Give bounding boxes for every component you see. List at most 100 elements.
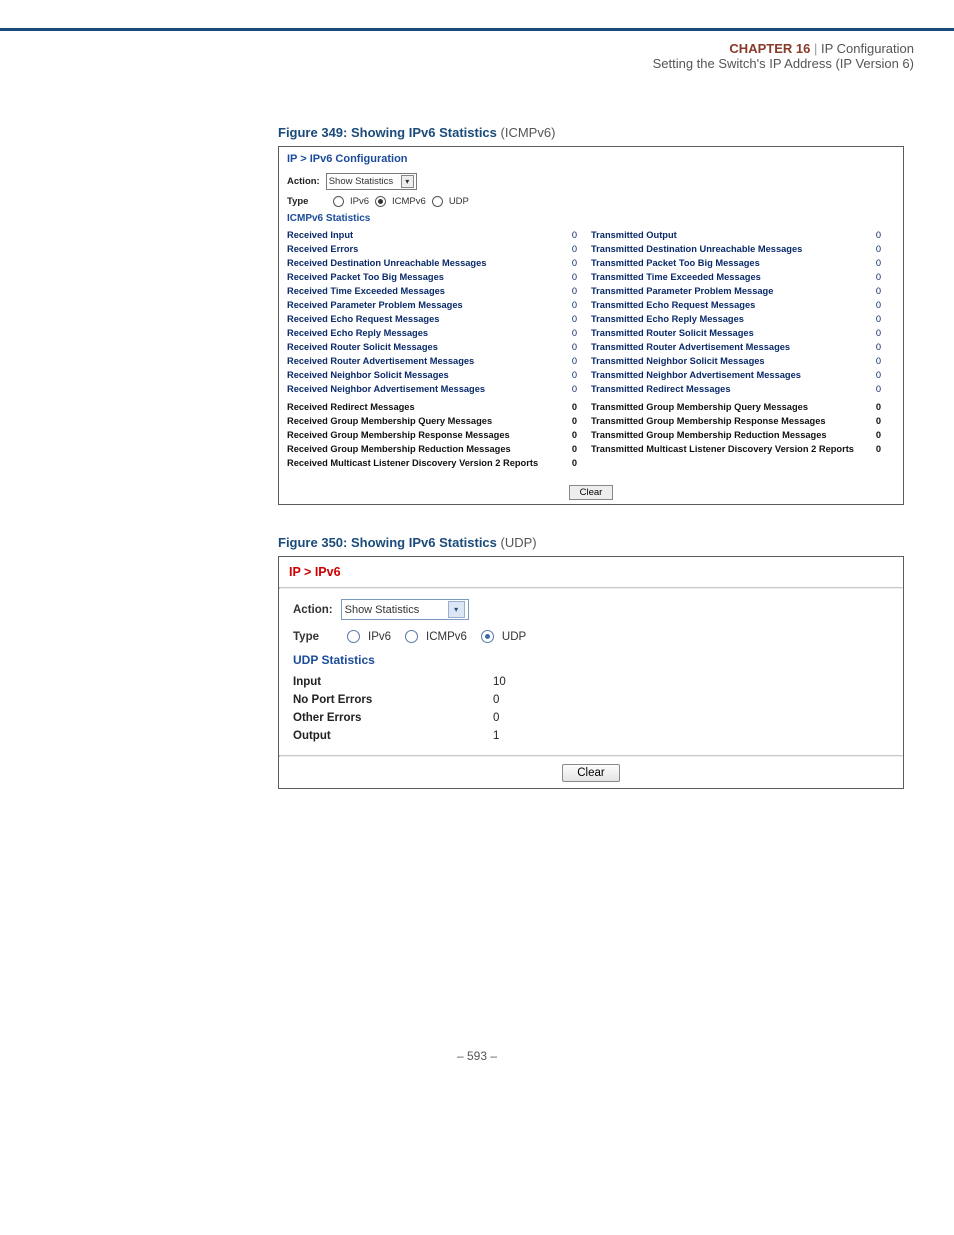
- stat-row: Received Multicast Listener Discovery Ve…: [287, 456, 591, 470]
- stat-row: Output1: [293, 727, 889, 745]
- chapter-word: CHAPTER 16: [729, 41, 810, 56]
- stat-label: Received Destination Unreachable Message…: [287, 258, 486, 268]
- header-subtitle: Setting the Switch's IP Address (IP Vers…: [0, 56, 914, 71]
- stat-row: Received Time Exceeded Messages0: [287, 284, 591, 298]
- radio-udp[interactable]: [432, 196, 443, 207]
- stat-value: 0: [572, 458, 577, 468]
- icmpv6-stats-panel: IP > IPv6 Configuration Action: Show Sta…: [278, 146, 904, 505]
- radio-icmpv6[interactable]: [375, 196, 386, 207]
- breadcrumb: IP > IPv6 Configuration: [279, 147, 903, 169]
- stats-grid-top: Received Input0Received Errors0Received …: [287, 228, 895, 396]
- stat-label: Transmitted Group Membership Reduction M…: [591, 430, 827, 440]
- chevron-down-icon: ▾: [401, 175, 414, 188]
- stat-value: 0: [572, 342, 577, 352]
- stat-label: Output: [293, 730, 493, 742]
- stat-value: 0: [572, 328, 577, 338]
- stat-row: Received Group Membership Query Messages…: [287, 414, 591, 428]
- stat-label: Received Group Membership Response Messa…: [287, 430, 510, 440]
- stat-label: Transmitted Parameter Problem Message: [591, 286, 773, 296]
- stat-label: Received Neighbor Advertisement Messages: [287, 384, 485, 394]
- stat-label: Transmitted Echo Reply Messages: [591, 314, 744, 324]
- stat-value: 0: [572, 300, 577, 310]
- header-title: IP Configuration: [821, 41, 914, 56]
- stat-row: Input10: [293, 673, 889, 691]
- stat-value: 0: [572, 444, 577, 454]
- stat-row: Transmitted Multicast Listener Discovery…: [591, 442, 895, 456]
- stat-label: Transmitted Redirect Messages: [591, 384, 731, 394]
- stat-value: 0: [572, 230, 577, 240]
- stat-label: Input: [293, 676, 493, 688]
- action-label: Action:: [293, 604, 333, 616]
- stat-label: Received Packet Too Big Messages: [287, 272, 444, 282]
- clear-button[interactable]: Clear: [569, 485, 614, 500]
- stat-label: Received Echo Request Messages: [287, 314, 439, 324]
- stat-label: Transmitted Router Advertisement Message…: [591, 342, 790, 352]
- stat-row: Received Group Membership Response Messa…: [287, 428, 591, 442]
- stat-row: Received Router Advertisement Messages 0: [287, 354, 591, 368]
- radio-ipv6-label: IPv6: [368, 631, 391, 643]
- stat-label: Received Multicast Listener Discovery Ve…: [287, 458, 538, 468]
- stat-row: Transmitted Group Membership Response Me…: [591, 414, 895, 428]
- stat-label: Transmitted Echo Request Messages: [591, 300, 755, 310]
- panel-a-footer: Clear: [279, 478, 903, 504]
- stat-row: No Port Errors0: [293, 691, 889, 709]
- stat-value: 0: [876, 430, 881, 440]
- icmpv6-section-title: ICMPv6 Statistics: [287, 213, 895, 224]
- stat-value: 0: [876, 314, 881, 324]
- panel-b-footer: Clear: [279, 757, 903, 788]
- radio-icmpv6[interactable]: [405, 630, 418, 643]
- chevron-down-icon: ▾: [448, 601, 465, 618]
- stats-grid-bottom: Received Redirect Messages0Received Grou…: [287, 400, 895, 470]
- stat-row: Received Echo Reply Messages0: [287, 326, 591, 340]
- stat-row: Received Group Membership Reduction Mess…: [287, 442, 591, 456]
- radio-ipv6[interactable]: [347, 630, 360, 643]
- page-number: – 593 –: [0, 1049, 954, 1083]
- radio-udp[interactable]: [481, 630, 494, 643]
- stat-value: 0: [572, 430, 577, 440]
- action-select[interactable]: Show Statistics ▾: [326, 173, 417, 190]
- udp-section-title: UDP Statistics: [293, 653, 889, 667]
- stat-value: 0: [876, 384, 881, 394]
- stat-value: 0: [876, 370, 881, 380]
- breadcrumb: IP > IPv6: [279, 557, 903, 587]
- stat-label: Transmitted Neighbor Advertisement Messa…: [591, 370, 801, 380]
- stat-row: Transmitted Echo Request Messages0: [591, 298, 895, 312]
- radio-udp-label: UDP: [449, 196, 469, 207]
- stat-label: Transmitted Multicast Listener Discovery…: [591, 444, 854, 454]
- stat-row: Received Router Solicit Messages 0: [287, 340, 591, 354]
- radio-icmpv6-label: ICMPv6: [426, 631, 467, 643]
- action-select[interactable]: Show Statistics ▾: [341, 599, 469, 620]
- udp-stats-panel: IP > IPv6 Action: Show Statistics ▾ Type…: [278, 556, 904, 789]
- stat-label: Received Router Solicit Messages: [287, 342, 438, 352]
- stat-value: 0: [572, 258, 577, 268]
- stat-value: 0: [572, 402, 577, 412]
- stat-value: 0: [876, 444, 881, 454]
- radio-ipv6[interactable]: [333, 196, 344, 207]
- action-row: Action: Show Statistics ▾: [293, 599, 889, 620]
- figure-349-caption: Figure 349: Showing IPv6 Statistics (ICM…: [278, 125, 904, 140]
- stat-value: 10: [493, 676, 506, 688]
- stat-row: Received Echo Request Messages0: [287, 312, 591, 326]
- stat-label: Received Errors: [287, 244, 358, 254]
- stat-label: Received Input: [287, 230, 353, 240]
- clear-button[interactable]: Clear: [562, 764, 619, 782]
- radio-icmpv6-label: ICMPv6: [392, 196, 426, 207]
- stat-row: Received Neighbor Solicit Messages0: [287, 368, 591, 382]
- stat-row: Transmitted Redirect Messages 0: [591, 382, 895, 396]
- stat-row: Received Input 0: [287, 228, 591, 242]
- stat-value: 0: [572, 356, 577, 366]
- stat-label: Transmitted Router Solicit Messages: [591, 328, 754, 338]
- action-row: Action: Show Statistics ▾: [287, 173, 895, 190]
- stat-label: Received Router Advertisement Messages: [287, 356, 474, 366]
- stat-value: 0: [876, 328, 881, 338]
- stat-label: Transmitted Destination Unreachable Mess…: [591, 244, 802, 254]
- type-row: Type IPv6 ICMPv6 UDP: [287, 196, 895, 207]
- stat-label: Transmitted Group Membership Response Me…: [591, 416, 826, 426]
- stat-value: 0: [572, 244, 577, 254]
- stat-value: 1: [493, 730, 499, 742]
- stat-label: Transmitted Neighbor Solicit Messages: [591, 356, 765, 366]
- stat-label: Received Group Membership Reduction Mess…: [287, 444, 511, 454]
- stat-row: Transmitted Router Solicit Messages 0: [591, 326, 895, 340]
- stat-row: Transmitted Neighbor Solicit Messages0: [591, 354, 895, 368]
- stat-label: Transmitted Group Membership Query Messa…: [591, 402, 808, 412]
